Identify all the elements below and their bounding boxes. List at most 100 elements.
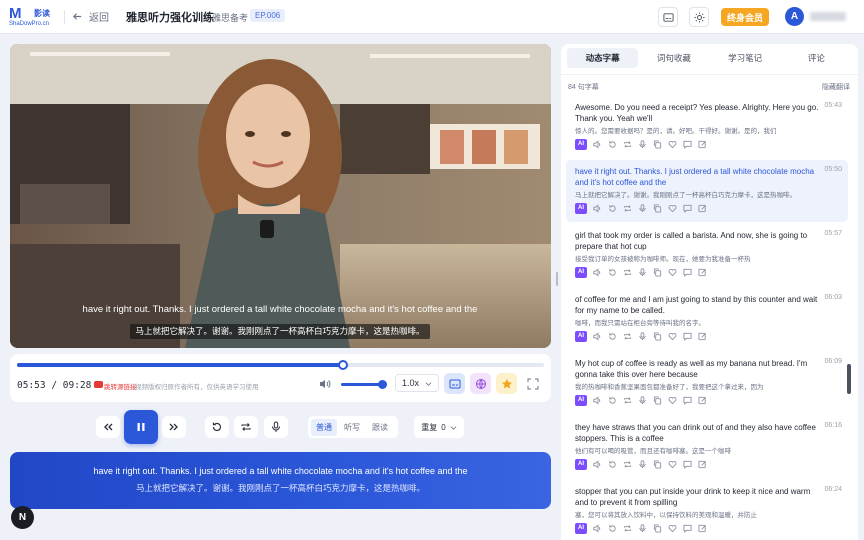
ai-explain-button[interactable]: AI [575, 266, 587, 278]
loop-button[interactable] [234, 416, 258, 438]
subtitle-item-timestamp[interactable]: 05:57 [824, 230, 842, 237]
loop-icon[interactable] [623, 204, 632, 213]
subtitle-mode-button[interactable] [444, 373, 465, 394]
username-blurred[interactable] [810, 12, 846, 21]
subtitle-item-timestamp[interactable]: 06:16 [824, 422, 842, 429]
heart-icon[interactable] [668, 396, 677, 405]
tab-study-notes[interactable]: 学习笔记 [710, 48, 781, 68]
subtitle-item[interactable]: they have straws that you can drink out … [566, 416, 848, 478]
mode-normal[interactable]: 普通 [311, 418, 337, 436]
chat-icon[interactable] [683, 140, 692, 149]
copy-icon[interactable] [653, 523, 662, 533]
volume-slider[interactable] [341, 380, 387, 389]
loop-icon[interactable] [623, 268, 632, 277]
video-player[interactable]: have it right out. Thanks. I just ordere… [10, 44, 551, 348]
copy-icon[interactable] [653, 459, 662, 469]
record-button[interactable] [264, 416, 288, 438]
tab-dynamic-subtitles[interactable]: 动态字幕 [567, 48, 639, 68]
copy-icon[interactable] [653, 203, 662, 213]
heart-icon[interactable] [668, 460, 677, 469]
loop-icon[interactable] [623, 524, 632, 533]
replay-icon[interactable] [608, 332, 617, 341]
ai-explain-button[interactable]: AI [575, 394, 587, 406]
ai-explain-button[interactable]: AI [575, 202, 587, 214]
subtitle-item[interactable]: have it right out. Thanks. I just ordere… [566, 160, 848, 222]
speaker-icon[interactable] [593, 395, 602, 405]
hide-translation-toggle[interactable]: 隐藏翻译 [822, 82, 850, 92]
replay-button[interactable] [205, 416, 229, 438]
heart-icon[interactable] [668, 204, 677, 213]
progress-track[interactable] [17, 360, 544, 370]
subtitle-item[interactable]: girl that took my order is called a bari… [566, 224, 848, 286]
back-button[interactable]: 返回 [72, 9, 109, 24]
tab-comments[interactable]: 评论 [781, 48, 852, 68]
repeat-select[interactable]: 重复 0 [414, 416, 464, 438]
ai-explain-button[interactable]: AI [575, 138, 587, 150]
chat-icon[interactable] [683, 460, 692, 469]
replay-icon[interactable] [608, 524, 617, 533]
microphone-icon[interactable] [638, 459, 647, 469]
chat-icon[interactable] [683, 268, 692, 277]
edit-icon[interactable] [698, 140, 707, 149]
ai-explain-button[interactable]: AI [575, 330, 587, 342]
previous-sentence-button[interactable] [96, 416, 120, 438]
chat-icon[interactable] [683, 204, 692, 213]
copy-icon[interactable] [653, 331, 662, 341]
subtitle-item[interactable]: of coffee for me and I am just going to … [566, 288, 848, 350]
subtitle-item[interactable]: stopper that you can put inside your dri… [566, 480, 848, 540]
microphone-icon[interactable] [638, 523, 647, 533]
lifetime-vip-button[interactable]: 终身会员 [721, 8, 769, 26]
loop-icon[interactable] [623, 332, 632, 341]
loop-icon[interactable] [623, 460, 632, 469]
heart-icon[interactable] [668, 140, 677, 149]
mode-shadowing[interactable]: 跟读 [367, 419, 393, 436]
scrollbar[interactable] [847, 364, 851, 394]
ai-explain-button[interactable]: AI [575, 458, 587, 470]
subtitle-item-timestamp[interactable]: 05:43 [824, 102, 842, 109]
avatar[interactable]: A [785, 7, 804, 26]
replay-icon[interactable] [608, 460, 617, 469]
subtitle-item-timestamp[interactable]: 06:03 [824, 294, 842, 301]
edit-icon[interactable] [698, 204, 707, 213]
copy-icon[interactable] [653, 139, 662, 149]
speaker-icon[interactable] [593, 267, 602, 277]
favorite-button[interactable] [496, 373, 517, 394]
ai-explain-button[interactable]: AI [575, 522, 587, 534]
subtitle-item-timestamp[interactable]: 06:09 [824, 358, 842, 365]
mode-dictation[interactable]: 听写 [339, 419, 365, 436]
heart-icon[interactable] [668, 332, 677, 341]
loop-icon[interactable] [623, 140, 632, 149]
subtitle-item[interactable]: My hot cup of coffee is ready as well as… [566, 352, 848, 414]
copy-icon[interactable] [653, 267, 662, 277]
chat-icon[interactable] [683, 332, 692, 341]
edit-icon[interactable] [698, 460, 707, 469]
speed-select[interactable]: 1.0x [395, 374, 439, 392]
chat-icon[interactable] [683, 524, 692, 533]
floating-badge[interactable]: N [11, 506, 34, 529]
speaker-icon[interactable] [593, 203, 602, 213]
replay-icon[interactable] [608, 268, 617, 277]
progress-handle[interactable] [337, 360, 348, 370]
edit-icon[interactable] [698, 332, 707, 341]
replay-icon[interactable] [608, 396, 617, 405]
replay-icon[interactable] [608, 140, 617, 149]
speaker-icon[interactable] [593, 459, 602, 469]
fullscreen-icon[interactable] [527, 378, 539, 390]
speaker-icon[interactable] [593, 139, 602, 149]
copy-icon[interactable] [653, 395, 662, 405]
theme-toggle-button[interactable] [689, 7, 709, 27]
microphone-icon[interactable] [638, 267, 647, 277]
edit-icon[interactable] [698, 396, 707, 405]
loop-icon[interactable] [623, 396, 632, 405]
microphone-icon[interactable] [638, 331, 647, 341]
next-sentence-button[interactable] [162, 416, 186, 438]
source-link[interactable]: 跳转源链接 [104, 381, 137, 391]
subtitle-item-timestamp[interactable]: 05:50 [824, 166, 842, 173]
chat-icon[interactable] [683, 396, 692, 405]
translate-button[interactable] [470, 373, 491, 394]
speaker-icon[interactable] [593, 523, 602, 533]
edit-icon[interactable] [698, 524, 707, 533]
replay-icon[interactable] [608, 204, 617, 213]
logo[interactable]: M 影读 ShaDowPro.cn [9, 5, 59, 29]
tab-saved-phrases[interactable]: 词句收藏 [638, 48, 709, 68]
